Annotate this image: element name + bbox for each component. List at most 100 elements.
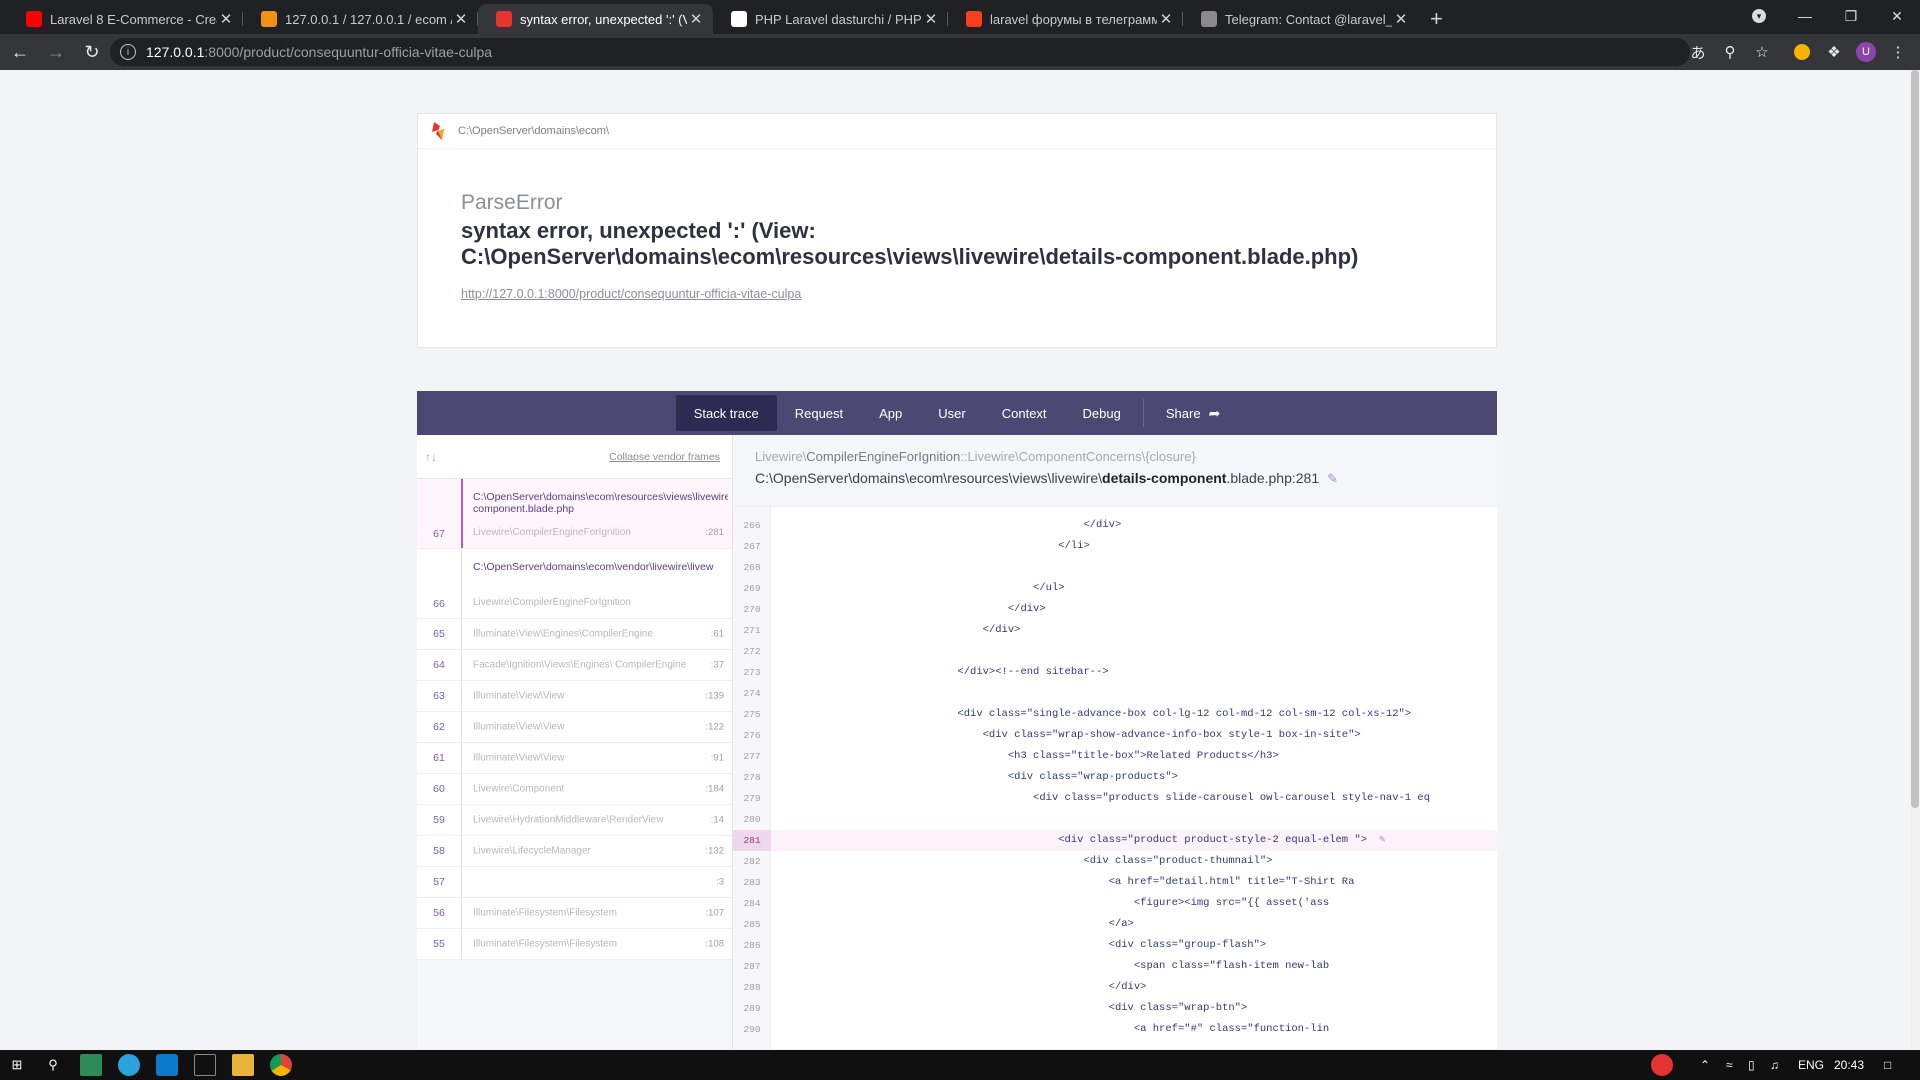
frame-nav-arrows-icon[interactable]: ↑↓: [425, 450, 437, 464]
vscode-app-icon[interactable]: [156, 1054, 178, 1076]
panel-tab[interactable]: User: [920, 395, 983, 431]
panel-tab[interactable]: App: [861, 395, 920, 431]
tray-chevron-icon[interactable]: ⌃: [1700, 1050, 1710, 1080]
line-number: 278: [743, 772, 761, 783]
request-url-link[interactable]: http://127.0.0.1:8000/product/consequunt…: [461, 287, 801, 301]
browser-tab-title: PHP Laravel dasturchi / PHP Lara: [755, 11, 922, 27]
stack-frame[interactable]: 59 Livewire\HydrationMiddleware\RenderVie…: [417, 805, 732, 836]
forward-button[interactable]: →: [40, 36, 72, 68]
frame-class-vendor: Livewire\: [755, 449, 807, 464]
code-snippet: 266 </div>267 </li>268269 </ul>270 <: [733, 507, 1497, 1049]
close-tab-icon[interactable]: ✕: [217, 10, 235, 28]
more-menu-icon[interactable]: ⋮: [1886, 40, 1910, 64]
frame-rail: [461, 479, 463, 548]
share-button[interactable]: Share ➦: [1148, 395, 1238, 431]
file-explorer-icon[interactable]: [232, 1054, 254, 1076]
site-info-icon[interactable]: i: [120, 44, 136, 60]
chrome-app-icon[interactable]: [270, 1054, 292, 1076]
extensions-puzzle-icon[interactable]: ❖: [1822, 40, 1846, 64]
stack-frame[interactable]: 65 Illuminate\View\Engines\CompilerEngine…: [417, 619, 732, 650]
close-tab-icon[interactable]: ✕: [1157, 10, 1175, 28]
frame-file-path: C:\OpenServer\domains\ecom\resources\vie…: [473, 491, 728, 515]
extension-coin-icon[interactable]: [1790, 40, 1814, 64]
back-button[interactable]: ←: [4, 36, 36, 68]
frame-rail: [461, 867, 462, 897]
new-tab-button[interactable]: +: [1418, 4, 1455, 34]
maximize-button[interactable]: ❐: [1828, 0, 1874, 32]
telegram-app-icon[interactable]: [118, 1054, 140, 1076]
profile-avatar[interactable]: U: [1854, 40, 1878, 64]
line-number: 274: [743, 688, 761, 699]
translate-icon[interactable]: あ: [1686, 40, 1710, 64]
browser-tab[interactable]: syntax error, unexpected ':' (V ✕: [478, 4, 713, 34]
browser-tab[interactable]: PHP Laravel dasturchi / PHP Lara✕: [713, 4, 948, 34]
stack-frame[interactable]: 55 Illuminate\Filesystem\Filesystem:108: [417, 929, 732, 960]
tray-app-icon[interactable]: [1651, 1054, 1673, 1076]
close-tab-icon[interactable]: ✕: [452, 10, 470, 28]
frame-class: Illuminate\View\Engines\CompilerEngine: [473, 628, 653, 640]
panel-tab-list: Stack trace Request App User Context Debug: [675, 395, 1139, 431]
stack-frame[interactable]: 61 Illuminate\View\View:91: [417, 743, 732, 774]
frame-number: 56: [433, 907, 445, 919]
wifi-icon[interactable]: ≈: [1726, 1050, 1733, 1080]
stack-frame[interactable]: 67 C:\OpenServer\domains\ecom\resources\v…: [417, 479, 732, 549]
frame-rail: [461, 929, 462, 959]
panel-tab[interactable]: Request: [777, 395, 861, 431]
frame-class: Livewire\HydrationMiddleware\RenderView: [473, 814, 664, 826]
close-tab-icon[interactable]: ✕: [922, 10, 940, 28]
stack-frame[interactable]: 57:3: [417, 867, 732, 898]
browser-tab[interactable]: laravel форумы в телеграмм —✕: [948, 4, 1183, 34]
frame-number: 62: [433, 721, 445, 733]
line-number: 289: [743, 1003, 761, 1014]
clock-time[interactable]: 20:43: [1834, 1050, 1864, 1080]
terminal-app-icon[interactable]: [80, 1054, 102, 1076]
address-bar[interactable]: i 127.0.0.1:8000/product/consequuntur-of…: [110, 38, 1690, 66]
line-number: 271: [743, 625, 761, 636]
code-text: </div>: [781, 981, 1147, 993]
input-language[interactable]: ENG: [1798, 1050, 1824, 1080]
edit-file-pencil-icon[interactable]: ✎: [1327, 471, 1338, 486]
stack-frame[interactable]: 64 Facade\Ignition\Views\Engines\ Compile…: [417, 650, 732, 681]
stack-frame[interactable]: 60 Livewire\Component:184: [417, 774, 732, 805]
frame-number: 59: [433, 814, 445, 826]
code-text: <div class="products slide-carousel owl-…: [781, 792, 1431, 804]
browser-tab[interactable]: Telegram: Contact @laravel_pro✕: [1183, 4, 1418, 34]
panel-tab[interactable]: Context: [984, 395, 1065, 431]
frame-number: 60: [433, 783, 445, 795]
tab-search-button[interactable]: ▾: [1736, 0, 1782, 32]
collapse-vendor-frames-link[interactable]: Collapse vendor frames: [609, 451, 720, 463]
stack-frame[interactable]: 62 Illuminate\View\View:122: [417, 712, 732, 743]
search-icon[interactable]: ⚲: [42, 1054, 64, 1076]
code-line: 269 </ul>: [733, 578, 1497, 599]
close-tab-icon[interactable]: ✕: [687, 10, 705, 28]
zoom-icon[interactable]: ⚲: [1718, 40, 1742, 64]
stack-frame[interactable]: 56 Illuminate\Filesystem\Filesystem:107: [417, 898, 732, 929]
windows-start-icon[interactable]: ⊞: [6, 1054, 28, 1076]
reload-button[interactable]: ↻: [76, 36, 108, 68]
project-path: C:\OpenServer\domains\ecom\: [458, 125, 610, 137]
edit-line-pencil-icon[interactable]: ✎: [1379, 830, 1385, 851]
notifications-icon[interactable]: □: [1884, 1050, 1891, 1080]
panel-tab[interactable]: Stack trace: [675, 395, 777, 431]
browser-tab[interactable]: 127.0.0.1 / 127.0.0.1 / ecom / pro✕: [243, 4, 478, 34]
battery-icon[interactable]: ▯: [1748, 1050, 1755, 1080]
browser-tab[interactable]: Laravel 8 E-Commerce - Create P✕: [8, 4, 243, 34]
page-scrollbar-thumb[interactable]: [1911, 70, 1919, 808]
exception-message: syntax error, unexpected ':' (View: C:\O…: [461, 218, 1359, 269]
volume-icon[interactable]: ♫: [1770, 1050, 1779, 1080]
panel-tab[interactable]: Debug: [1065, 395, 1139, 431]
code-text: <div class="wrap-products">: [781, 771, 1178, 783]
minimize-button[interactable]: —: [1782, 0, 1828, 32]
stack-frame[interactable]: 66 C:\OpenServer\domains\ecom\vendor\live…: [417, 549, 732, 619]
browser-tab-title: syntax error, unexpected ':' (V: [520, 11, 687, 27]
frame-rail: [461, 712, 462, 742]
exception-class: ParseError: [461, 191, 563, 214]
close-tab-icon[interactable]: ✕: [1392, 10, 1410, 28]
line-number: 273: [743, 667, 761, 678]
bookmark-star-icon[interactable]: ☆: [1750, 40, 1774, 64]
browser-toolbar: ← → ↻ i 127.0.0.1:8000/product/consequun…: [0, 34, 1920, 70]
cmd-app-icon[interactable]: [194, 1054, 216, 1076]
stack-frame[interactable]: 63 Illuminate\View\View:139: [417, 681, 732, 712]
close-window-button[interactable]: ✕: [1874, 0, 1920, 32]
stack-frame[interactable]: 58 Livewire\LifecycleManager:132: [417, 836, 732, 867]
